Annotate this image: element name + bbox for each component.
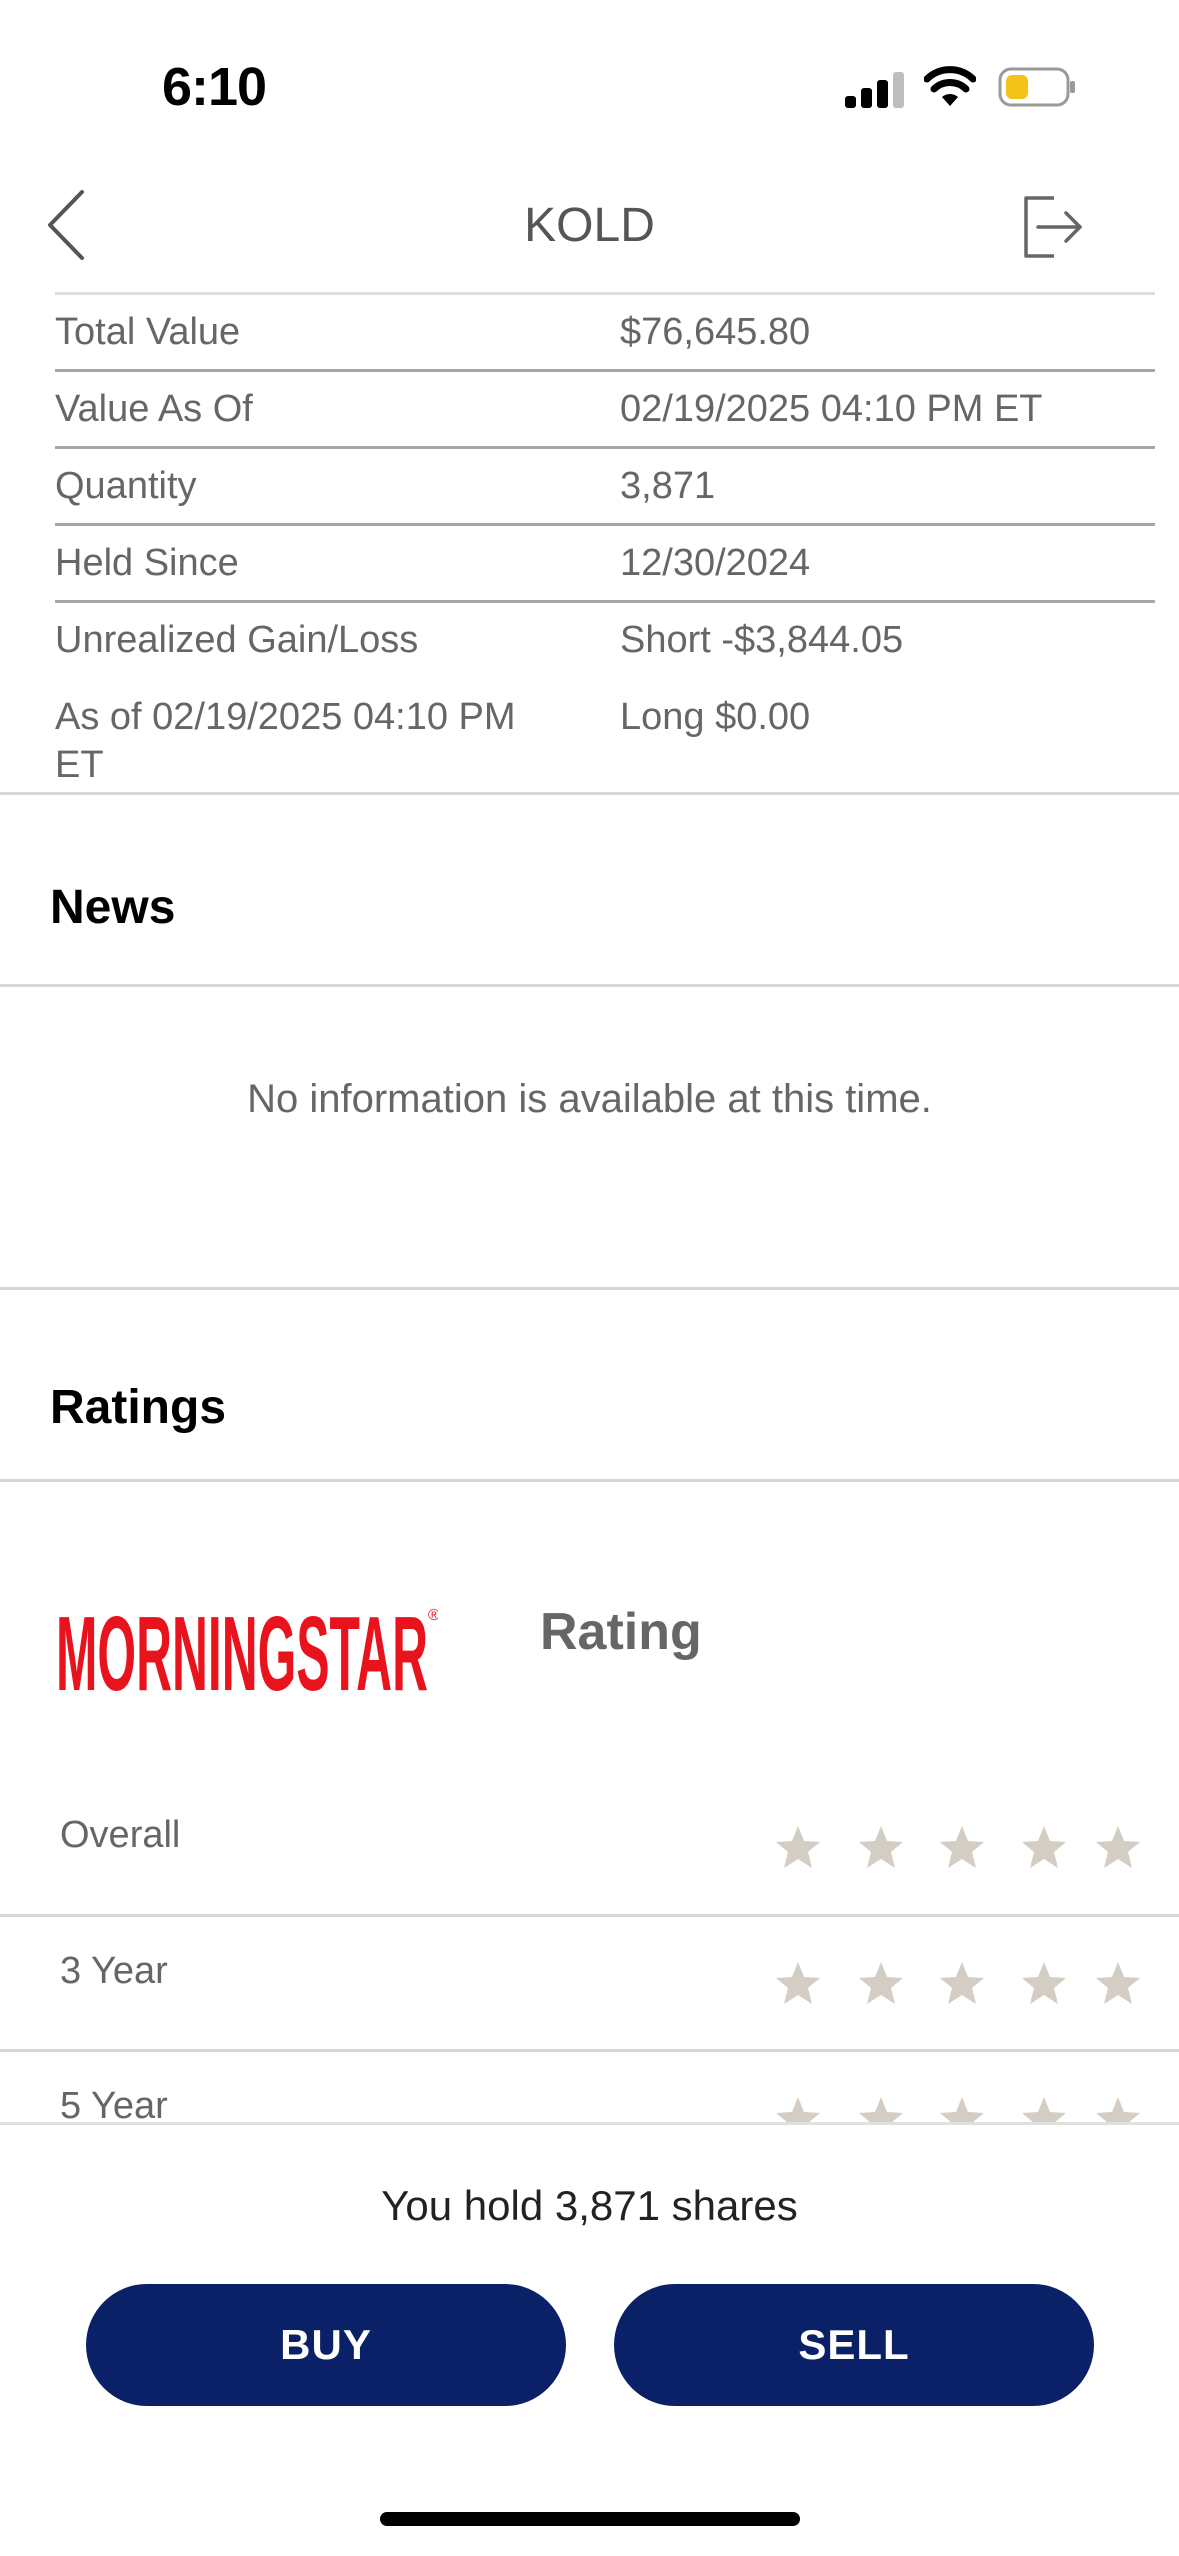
rating-row-3-year: 3 Year	[0, 1916, 1179, 2051]
detail-value: 12/30/2024	[620, 542, 811, 584]
detail-label: Total Value	[55, 311, 241, 353]
star-empty-icon	[1022, 1962, 1066, 2004]
detail-row-total-value: Total Value $76,645.80	[55, 295, 1155, 372]
detail-value-long: Long $0.00	[620, 696, 811, 738]
detail-label-as-of: As of 02/19/2025 04:10 PM ET	[55, 696, 516, 786]
position-details: Total Value $76,645.80 Value As Of 02/19…	[55, 295, 1155, 803]
detail-label: Quantity	[55, 465, 197, 507]
detail-value: $76,645.80	[620, 311, 811, 353]
svg-text:M​ORNINGSTAR: M​ORNINGSTAR	[56, 1595, 428, 1702]
detail-row-held-since: Held Since 12/30/2024	[55, 526, 1155, 603]
detail-label: Unrealized Gain/Loss	[55, 619, 419, 661]
battery-icon	[998, 67, 1075, 107]
news-empty-message: No information is available at this time…	[247, 1077, 932, 1121]
section-divider	[0, 792, 1179, 795]
star-empty-icon	[1096, 1826, 1140, 1868]
detail-row-value-as-of: Value As Of 02/19/2025 04:10 PM ET	[55, 372, 1155, 449]
star-empty-icon	[1022, 1826, 1066, 1868]
detail-label: Held Since	[55, 542, 239, 584]
star-rating	[0, 1780, 1179, 1915]
star-empty-icon	[776, 1962, 820, 2004]
star-empty-icon	[859, 1826, 903, 1868]
morningstar-logo: M​ORNINGSTAR ®	[56, 1595, 438, 1702]
status-time: 6:10	[162, 57, 267, 117]
detail-row-quantity: Quantity 3,871	[55, 449, 1155, 526]
home-indicator	[380, 2512, 800, 2526]
cellular-signal-icon	[845, 72, 905, 108]
screen: 6:10 KOLD Total Value $76,645.80 Value A…	[0, 0, 1179, 2556]
rating-row-overall: Overall	[0, 1780, 1179, 1915]
section-divider	[0, 984, 1179, 987]
news-heading: News	[50, 881, 176, 934]
detail-value: Short -$3,844.05	[620, 619, 904, 661]
star-empty-icon	[940, 1826, 984, 1868]
sell-button[interactable]: SELL	[614, 2284, 1094, 2406]
star-empty-icon	[1096, 1962, 1140, 2004]
detail-value: 02/19/2025 04:10 PM ET	[620, 388, 1043, 430]
ratings-heading: Ratings	[50, 1381, 227, 1434]
exit-share-icon[interactable]	[1018, 190, 1088, 264]
svg-text:®: ®	[428, 1607, 438, 1624]
star-empty-icon	[776, 1826, 820, 1868]
star-empty-icon	[940, 1962, 984, 2004]
page-title: KOLD	[524, 199, 655, 252]
star-rating	[0, 1916, 1179, 2051]
section-divider	[0, 1479, 1179, 1482]
holding-summary: You hold 3,871 shares	[381, 2182, 798, 2229]
detail-label: Value As Of	[55, 388, 253, 430]
wifi-icon	[924, 66, 976, 106]
section-divider	[0, 1287, 1179, 1290]
star-empty-icon	[859, 1962, 903, 2004]
rating-heading: Rating	[540, 1603, 702, 1661]
detail-row-unrealized-gain-loss: Unrealized Gain/Loss Short -$3,844.05 As…	[55, 603, 1155, 803]
buy-button[interactable]: BUY	[86, 2284, 566, 2406]
detail-value: 3,871	[620, 465, 716, 507]
